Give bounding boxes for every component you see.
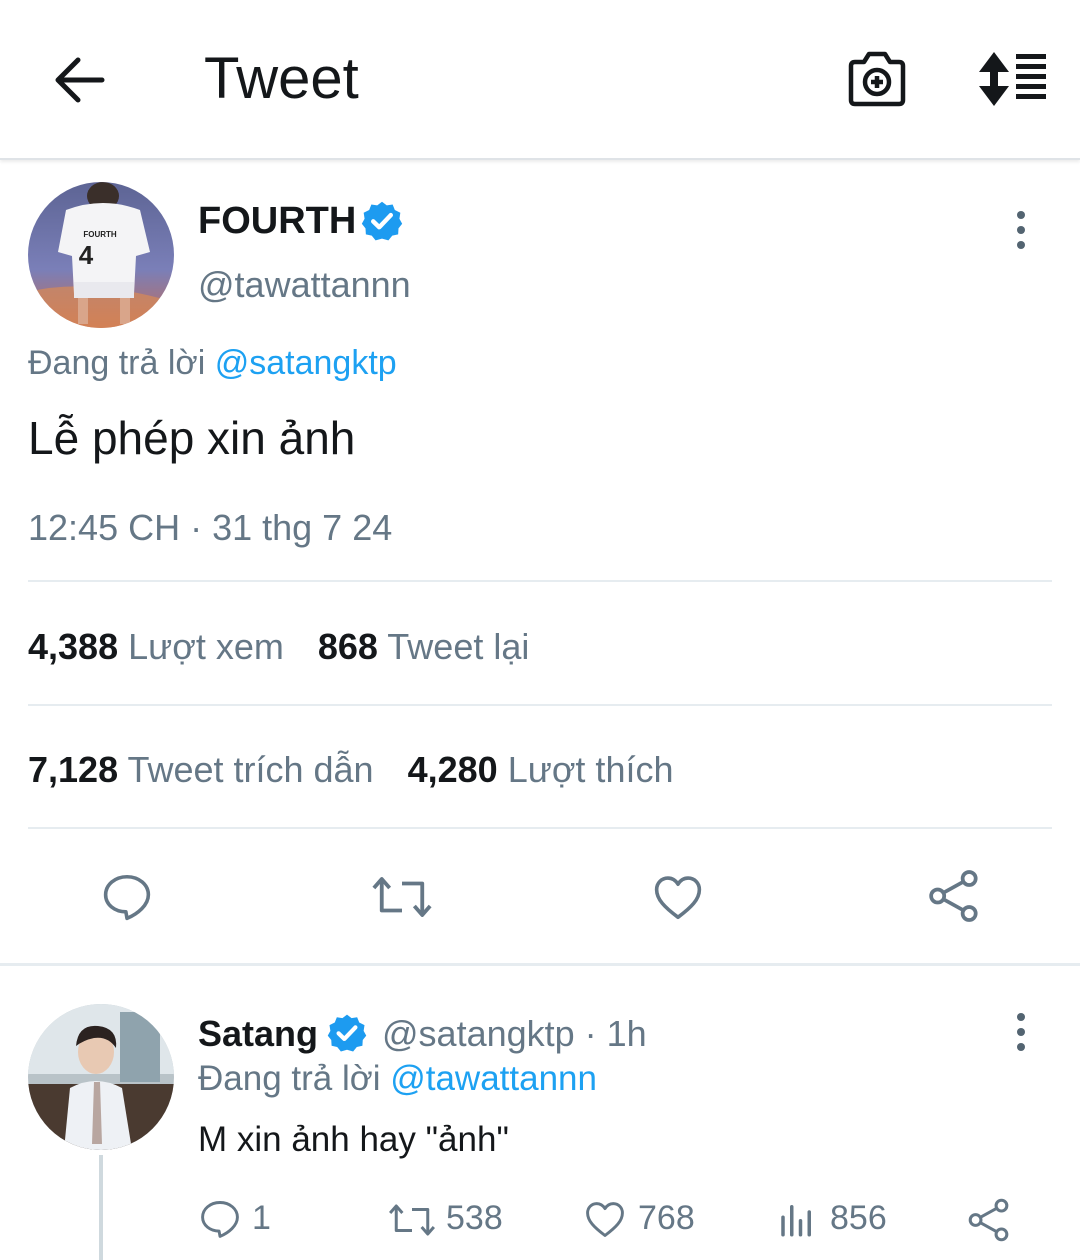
reply-author-handle[interactable]: @satangktp — [382, 1013, 575, 1054]
verified-badge-icon — [327, 1014, 367, 1052]
quotes-label: Tweet trích dẫn — [127, 749, 374, 790]
back-arrow-icon[interactable] — [52, 55, 106, 105]
share-icon[interactable] — [926, 868, 982, 924]
reply-author-name[interactable]: Satang — [198, 1012, 318, 1056]
divider — [28, 827, 1052, 829]
verified-badge-icon — [361, 201, 403, 241]
fourth-avatar[interactable]: FOURTH 4 — [28, 182, 174, 328]
like-heart-icon[interactable] — [582, 1197, 628, 1241]
reply-handle-time: @satangktp · 1h — [382, 1012, 647, 1056]
avatar-photo — [28, 1004, 174, 1150]
tweet-author-handle[interactable]: @tawattannn — [198, 263, 411, 307]
retweet-icon[interactable] — [370, 870, 434, 924]
replying-to-link[interactable]: @tawattannn — [390, 1059, 597, 1098]
like-heart-icon[interactable] — [650, 870, 706, 924]
avatar-photo: FOURTH 4 — [28, 182, 174, 328]
satang-avatar[interactable] — [28, 1004, 174, 1150]
jersey-number: 4 — [79, 240, 94, 270]
share-icon[interactable] — [966, 1197, 1012, 1243]
views-count: 856 — [830, 1199, 887, 1237]
reply-icon[interactable] — [100, 870, 154, 924]
divider — [28, 704, 1052, 706]
replying-to: Đang trả lời @satangktp — [28, 342, 397, 384]
reply-replying-to: Đang trả lời @tawattannn — [198, 1058, 597, 1100]
tweet-text: Lễ phép xin ảnh — [28, 412, 356, 464]
camera-plus-icon[interactable] — [846, 50, 908, 108]
views-chart-icon[interactable] — [776, 1197, 818, 1241]
retweet-icon[interactable] — [386, 1199, 438, 1241]
replying-prefix: Đang trả lời — [198, 1059, 381, 1098]
sort-list-icon[interactable] — [976, 50, 1048, 108]
reply-text: M xin ảnh hay "ảnh" — [198, 1120, 509, 1159]
likes-stat[interactable]: 4,280 Lượt thích — [408, 749, 674, 790]
replying-to-link[interactable]: @satangktp — [215, 344, 397, 382]
tweet-author-name[interactable]: FOURTH — [198, 198, 356, 244]
views-stat[interactable]: 4,388 Lượt xem — [28, 626, 284, 667]
reply-time: · 1h — [584, 1013, 647, 1054]
divider — [28, 580, 1052, 582]
retweets-label: Tweet lại — [387, 626, 530, 667]
likes-label: Lượt thích — [507, 749, 674, 790]
retweets-value: 868 — [317, 626, 378, 667]
tweet-timestamp[interactable]: 12:45 CH · 31 thg 7 24 — [28, 506, 392, 550]
reply-icon[interactable] — [198, 1197, 242, 1241]
more-options-icon[interactable] — [1011, 1012, 1031, 1052]
likes-value: 4,280 — [407, 749, 498, 790]
replying-prefix: Đang trả lời — [28, 344, 206, 382]
like-count: 768 — [638, 1199, 695, 1237]
quotes-value: 7,128 — [28, 749, 119, 790]
reply-count: 1 — [252, 1199, 271, 1237]
views-value: 4,388 — [28, 626, 119, 667]
retweets-stat[interactable]: 868 Tweet lại — [318, 626, 530, 667]
app-header: Tweet — [0, 0, 1080, 160]
thread-line — [99, 1155, 103, 1260]
jersey-text: FOURTH — [83, 230, 117, 239]
section-divider — [0, 963, 1080, 966]
page-title: Tweet — [204, 46, 359, 111]
stats-row-1: 4,388 Lượt xem 868 Tweet lại — [28, 625, 529, 669]
views-label: Lượt xem — [128, 626, 284, 667]
quotes-stat[interactable]: 7,128 Tweet trích dẫn — [28, 749, 374, 790]
stats-row-2: 7,128 Tweet trích dẫn 4,280 Lượt thích — [28, 748, 673, 792]
retweet-count: 538 — [446, 1199, 503, 1237]
more-options-icon[interactable] — [1011, 210, 1031, 250]
